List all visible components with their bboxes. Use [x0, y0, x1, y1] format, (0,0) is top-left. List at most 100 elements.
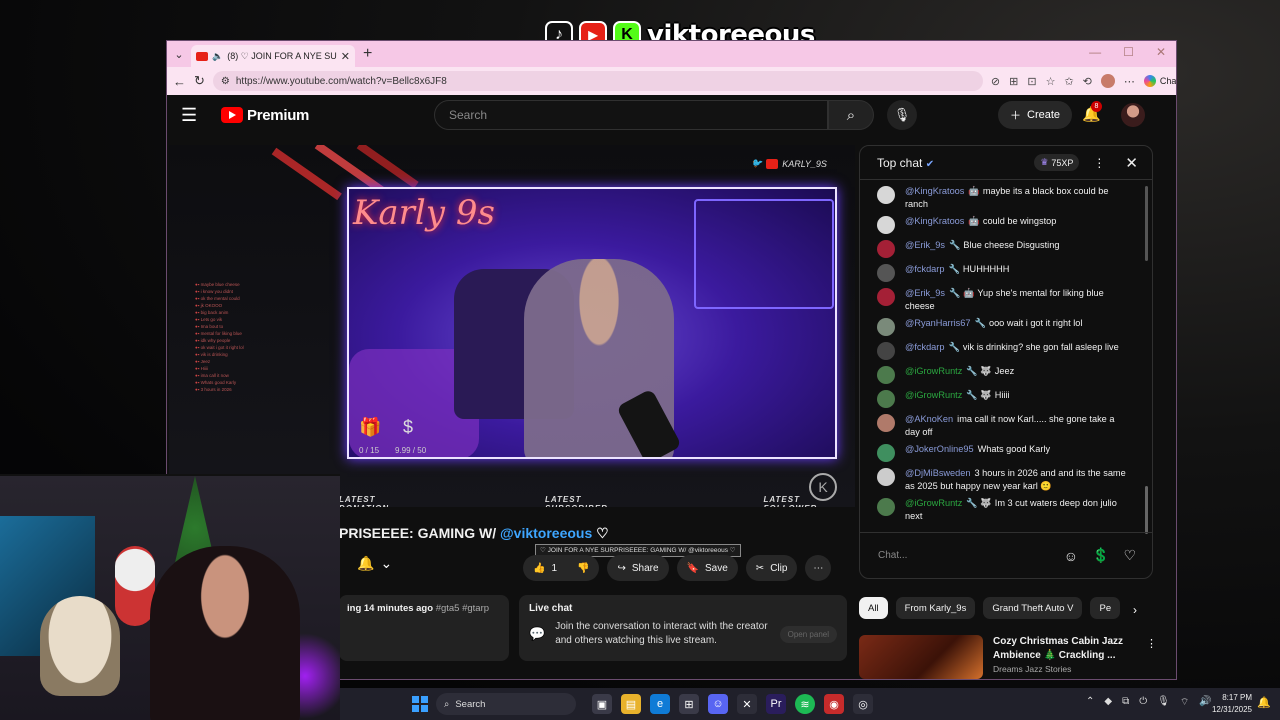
notification-icon[interactable]: 🔔: [1257, 696, 1271, 709]
chat-username[interactable]: @fckdarp: [905, 342, 944, 352]
reading-view-icon[interactable]: ⊡: [1027, 75, 1036, 88]
chat-mode-selector[interactable]: Top chat ✔: [877, 156, 1034, 170]
chat-message[interactable]: @fckdarp 🔧 vik is drinking? she gon fall a…: [877, 341, 1152, 360]
favorite-star-icon[interactable]: ☆: [1046, 75, 1056, 88]
thumbs-up-icon[interactable]: 👍: [533, 563, 545, 574]
maximize-icon[interactable]: ☐: [1123, 45, 1134, 59]
chat-message[interactable]: @KingKratoos 🤖 could be wingstop: [877, 215, 1152, 234]
chat-avatar[interactable]: [877, 264, 895, 282]
search-input[interactable]: Search: [434, 100, 828, 130]
create-button[interactable]: ＋ Create: [998, 101, 1073, 129]
menu-icon[interactable]: ☰: [181, 105, 209, 126]
recommended-title[interactable]: Cozy Christmas Cabin Jazz Ambience 🎄 Cra…: [993, 635, 1133, 663]
profile-avatar[interactable]: [1100, 74, 1115, 88]
chat-avatar[interactable]: [877, 216, 895, 234]
chat-username[interactable]: @Erik_9s: [905, 240, 945, 250]
close-tab-icon[interactable]: ✕: [341, 50, 350, 63]
tray-app-icon[interactable]: ⏻: [1139, 696, 1147, 709]
store-icon[interactable]: ⊞: [679, 694, 699, 714]
xp-badge[interactable]: ♛ 75XP: [1034, 154, 1080, 171]
recommended-video[interactable]: Cozy Christmas Cabin Jazz Ambience 🎄 Cra…: [859, 635, 1157, 679]
video-player[interactable]: 🐦 KARLY_9S maybe blue cheesei know you d…: [169, 145, 855, 507]
scroll-thumb[interactable]: [1145, 186, 1148, 261]
account-avatar[interactable]: [1121, 103, 1145, 127]
spotify-icon[interactable]: ≋: [795, 694, 815, 714]
network-icon[interactable]: ⧉: [1122, 696, 1129, 709]
chat-message[interactable]: @JokerOnline95 Whats good Karly: [877, 443, 1152, 462]
new-tab-button[interactable]: +: [363, 45, 372, 63]
chat-input[interactable]: Chat...: [878, 550, 1050, 561]
app-red-icon[interactable]: ◉: [824, 694, 844, 714]
chat-message[interactable]: @Erik_9s 🔧 Blue cheese Disgusting: [877, 239, 1152, 258]
chat-scrollbar[interactable]: [1145, 186, 1148, 536]
like-dislike-button[interactable]: 👍 1 👎: [523, 555, 600, 581]
chat-username[interactable]: @KingKratoos: [905, 186, 964, 196]
minimize-icon[interactable]: —: [1089, 45, 1101, 59]
recommended-more-icon[interactable]: ⋮: [1146, 637, 1157, 650]
active-tab[interactable]: 🔈 (8) ♡ JOIN FOR A NYE SURPRISEEEE: GAMI…: [191, 45, 355, 67]
chat-username[interactable]: @iGrowRuntz: [905, 498, 962, 508]
chat-username[interactable]: @JokerOnline95: [905, 444, 974, 454]
chevron-up-icon[interactable]: ⌃: [1086, 696, 1094, 709]
address-bar[interactable]: ⚙ https://www.youtube.com/watch?v=Bellc8…: [212, 71, 983, 91]
share-button[interactable]: ↪ Share: [607, 555, 669, 581]
chat-avatar[interactable]: [877, 498, 895, 516]
extension-icon[interactable]: ⊘: [991, 75, 1000, 88]
chip-more[interactable]: Pe: [1090, 597, 1121, 619]
chat-message[interactable]: @KingKratoos 🤖 maybe its a black box could…: [877, 185, 1152, 210]
chat-username[interactable]: @iGrowRuntz: [905, 366, 962, 376]
chat-message[interactable]: @RyanHarris67 🔧 ooo wait i got it right lo…: [877, 317, 1152, 336]
more-actions-button[interactable]: ⋯: [805, 555, 832, 581]
chat-username[interactable]: @Erik_9s: [905, 288, 945, 298]
chat-username[interactable]: @AKnoKen: [905, 414, 953, 424]
chat-avatar[interactable]: [877, 318, 895, 336]
chat-username[interactable]: @fckdarp: [905, 264, 944, 274]
chat-avatar[interactable]: [877, 444, 895, 462]
close-chat-icon[interactable]: ✕: [1125, 154, 1138, 172]
edge-icon[interactable]: e: [650, 694, 670, 714]
tab-list-icon[interactable]: ⌄: [167, 48, 191, 61]
chat-avatar[interactable]: [877, 468, 895, 486]
title-mention-link[interactable]: @viktoreeous: [500, 525, 592, 541]
wifi-icon[interactable]: ⌔: [1180, 696, 1189, 709]
recommended-thumbnail[interactable]: [859, 635, 983, 679]
chat-avatar[interactable]: [877, 186, 895, 204]
reload-icon[interactable]: ↻: [194, 73, 205, 89]
site-info-icon[interactable]: ⚙: [221, 76, 230, 87]
thumbs-down-icon[interactable]: 👎: [577, 563, 589, 574]
back-icon[interactable]: ←: [173, 74, 186, 89]
subscription-bell-button[interactable]: 🔔 ⌄: [357, 555, 392, 572]
microphone-icon[interactable]: 🎙: [1157, 696, 1170, 709]
chat-message[interactable]: @Erik_9s 🔧 🤖 Yup she's mental for liking b…: [877, 287, 1152, 312]
taskbar-search[interactable]: ⌕ Search: [436, 693, 576, 715]
start-icon[interactable]: [412, 696, 428, 712]
taskbar-clock[interactable]: 8:17 PM 12/31/2025: [1202, 692, 1252, 716]
discord-icon[interactable]: ☺: [708, 694, 728, 714]
xbox-icon[interactable]: ✕: [737, 694, 757, 714]
open-panel-button[interactable]: Open panel: [779, 625, 837, 643]
description-tags[interactable]: #gta5 #gtarp: [436, 603, 489, 614]
chat-message[interactable]: @iGrowRuntz 🔧 🐺 Hiiii: [877, 389, 1152, 408]
description-box[interactable]: ing 14 minutes ago #gta5 #gtarp: [339, 595, 509, 661]
chat-message[interactable]: @fckdarp 🔧 HUHHHHH: [877, 263, 1152, 282]
youtube-logo[interactable]: Premium: [221, 107, 309, 124]
premiere-icon[interactable]: Pr: [766, 694, 786, 714]
copilot-chat-button[interactable]: Chat: [1143, 75, 1176, 87]
chat-username[interactable]: @iGrowRuntz: [905, 390, 962, 400]
chat-avatar[interactable]: [877, 390, 895, 408]
chevron-right-icon[interactable]: ›: [1133, 603, 1137, 617]
emoji-icon[interactable]: ☺: [1064, 548, 1078, 564]
scroll-thumb-lower[interactable]: [1145, 486, 1148, 534]
notifications-button[interactable]: 🔔 8: [1082, 101, 1102, 123]
chat-avatar[interactable]: [877, 414, 895, 432]
search-button[interactable]: ⌕: [828, 100, 874, 130]
obs-icon[interactable]: ◎: [853, 694, 873, 714]
favorites-icon[interactable]: ✩: [1064, 75, 1073, 88]
file-explorer-icon[interactable]: ▤: [621, 694, 641, 714]
speaker-icon[interactable]: 🔈: [212, 51, 223, 62]
chat-username[interactable]: @RyanHarris67: [905, 318, 971, 328]
chip-all[interactable]: All: [859, 597, 888, 619]
chat-avatar[interactable]: [877, 366, 895, 384]
task-view-icon[interactable]: ▣: [592, 694, 612, 714]
recommended-channel[interactable]: Dreams Jazz Stories: [993, 664, 1133, 674]
